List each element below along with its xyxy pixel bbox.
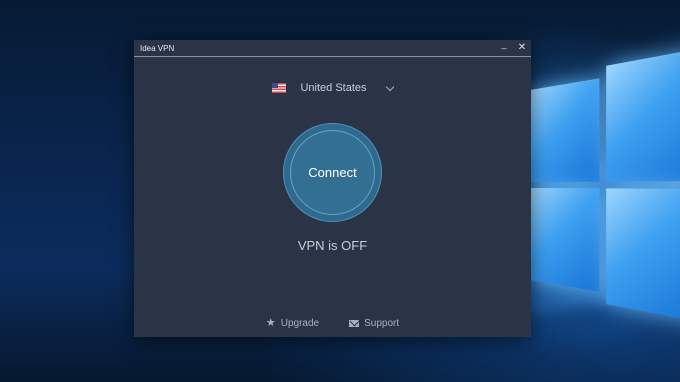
connect-label: Connect [308, 165, 357, 180]
flag-canton [272, 83, 279, 88]
upgrade-label: Upgrade [280, 318, 320, 329]
support-label: Support [364, 318, 400, 329]
footer-links: ★ Upgrade Support [134, 317, 531, 330]
connect-button[interactable]: Connect [283, 123, 382, 222]
window-title: Idea VPN [140, 43, 175, 53]
minimize-button[interactable]: – [495, 40, 513, 56]
windows-logo-pane [530, 78, 600, 182]
windows-logo [530, 47, 680, 323]
location-selector[interactable]: United States [134, 82, 531, 94]
vpn-status: VPN is OFF [297, 238, 368, 253]
star-icon: ★ [265, 317, 276, 329]
vpn-app-window: Idea VPN – ✕ United States Connect VPN i… [134, 40, 531, 337]
country-name: United States [300, 82, 367, 94]
us-flag-icon [272, 83, 287, 93]
close-button[interactable]: ✕ [513, 40, 531, 56]
connect-button-ring[interactable]: Connect [290, 130, 375, 215]
chevron-down-icon[interactable] [385, 82, 394, 91]
upgrade-link[interactable]: ★ Upgrade [265, 317, 320, 330]
mail-icon [349, 320, 360, 327]
support-link[interactable]: Support [349, 318, 399, 329]
windows-logo-pane [530, 188, 600, 292]
windows-logo-pane [606, 47, 680, 182]
windows-logo-pane [606, 188, 680, 323]
title-bar[interactable]: Idea VPN – ✕ [134, 40, 531, 57]
desktop-background: Idea VPN – ✕ United States Connect VPN i… [0, 0, 680, 382]
